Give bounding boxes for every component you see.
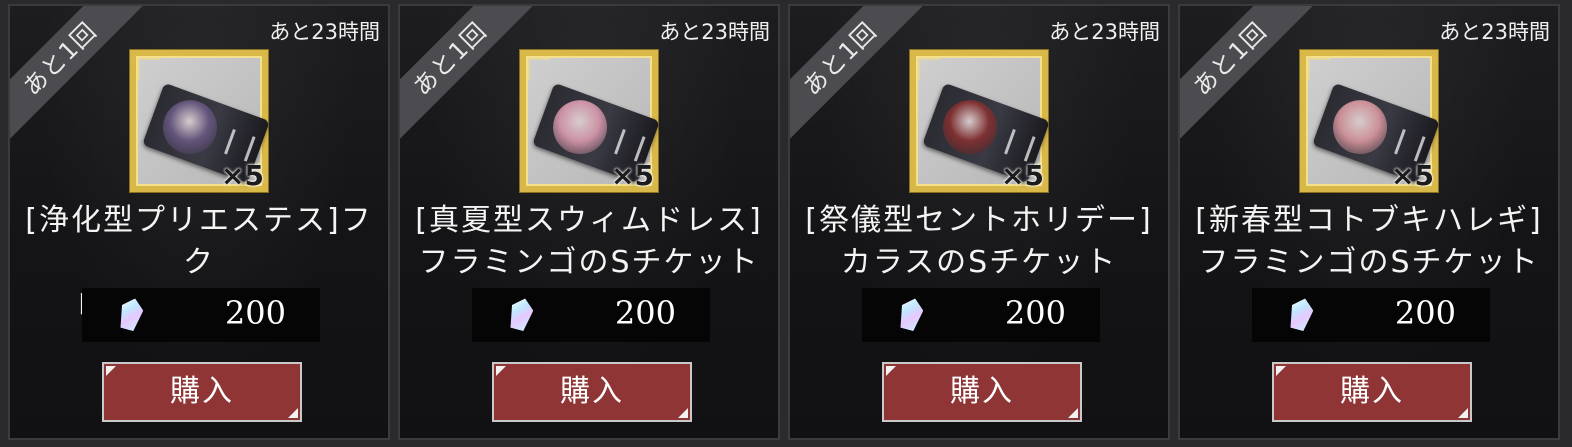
frame-ornament bbox=[528, 58, 550, 80]
frame-ornament bbox=[1308, 58, 1330, 80]
price-value: 200 bbox=[614, 294, 676, 332]
item-name-line1: [祭儀型セントホリデー] bbox=[805, 203, 1153, 238]
item-name: [祭儀型セントホリデー] カラスのSチケット bbox=[790, 200, 1168, 284]
item-icon-frame[interactable]: ×5 bbox=[910, 50, 1050, 192]
time-remaining: あと23時間 bbox=[1439, 20, 1550, 44]
price-bar: 200 bbox=[862, 288, 1100, 342]
item-name-line1: [新春型コトブキハレギ] bbox=[1195, 203, 1543, 238]
price-bar: 200 bbox=[1252, 288, 1490, 342]
item-quantity: ×5 bbox=[221, 159, 264, 192]
time-remaining: あと23時間 bbox=[659, 20, 770, 44]
crystal-gem-icon bbox=[896, 296, 926, 333]
shop-card[interactable]: あと1回 あと23時間 ×5 [浄化型プリエステス]フク ロウのSチケット 20… bbox=[8, 4, 390, 440]
item-name-line2: フラミンゴのSチケット bbox=[418, 245, 760, 280]
shop-card[interactable]: あと1回 あと23時間 ×5 [真夏型スウィムドレス] フラミンゴのSチケット … bbox=[398, 4, 780, 440]
price-bar: 200 bbox=[472, 288, 710, 342]
buy-button[interactable]: 購入 bbox=[492, 362, 692, 422]
item-quantity: ×5 bbox=[1001, 159, 1044, 192]
frame-ornament bbox=[138, 58, 160, 80]
buy-button[interactable]: 購入 bbox=[102, 362, 302, 422]
price-bar: 200 bbox=[82, 288, 320, 342]
shop-card[interactable]: あと1回 あと23時間 ×5 [祭儀型セントホリデー] カラスのSチケット 20… bbox=[788, 4, 1170, 440]
item-icon-frame[interactable]: ×5 bbox=[1300, 50, 1440, 192]
item-name: [真夏型スウィムドレス] フラミンゴのSチケット bbox=[400, 200, 778, 284]
time-remaining: あと23時間 bbox=[1049, 20, 1160, 44]
item-name-line1: [真夏型スウィムドレス] bbox=[415, 203, 763, 238]
price-value: 200 bbox=[1394, 294, 1456, 332]
price-value: 200 bbox=[224, 294, 286, 332]
item-icon-frame[interactable]: ×5 bbox=[520, 50, 660, 192]
time-remaining: あと23時間 bbox=[269, 20, 380, 44]
crystal-gem-icon bbox=[116, 296, 146, 333]
character-portrait bbox=[155, 92, 225, 162]
item-icon-frame[interactable]: ×5 bbox=[130, 50, 270, 192]
character-portrait bbox=[935, 92, 1005, 162]
character-portrait bbox=[1325, 92, 1395, 162]
item-quantity: ×5 bbox=[611, 159, 654, 192]
item-quantity: ×5 bbox=[1391, 159, 1434, 192]
price-value: 200 bbox=[1004, 294, 1066, 332]
shop-item-row: あと1回 あと23時間 ×5 [浄化型プリエステス]フク ロウのSチケット 20… bbox=[0, 0, 1572, 447]
character-portrait bbox=[545, 92, 615, 162]
item-name-line2: フラミンゴのSチケット bbox=[1198, 245, 1540, 280]
crystal-gem-icon bbox=[506, 296, 536, 333]
shop-card[interactable]: あと1回 あと23時間 ×5 [新春型コトブキハレギ] フラミンゴのSチケット … bbox=[1178, 4, 1560, 440]
item-name-line2: カラスのSチケット bbox=[840, 245, 1118, 280]
buy-button[interactable]: 購入 bbox=[1272, 362, 1472, 422]
item-name: [新春型コトブキハレギ] フラミンゴのSチケット bbox=[1180, 200, 1558, 284]
buy-button[interactable]: 購入 bbox=[882, 362, 1082, 422]
frame-ornament bbox=[918, 58, 940, 80]
crystal-gem-icon bbox=[1286, 296, 1316, 333]
item-name-line1: [浄化型プリエステス]フク bbox=[25, 203, 373, 280]
